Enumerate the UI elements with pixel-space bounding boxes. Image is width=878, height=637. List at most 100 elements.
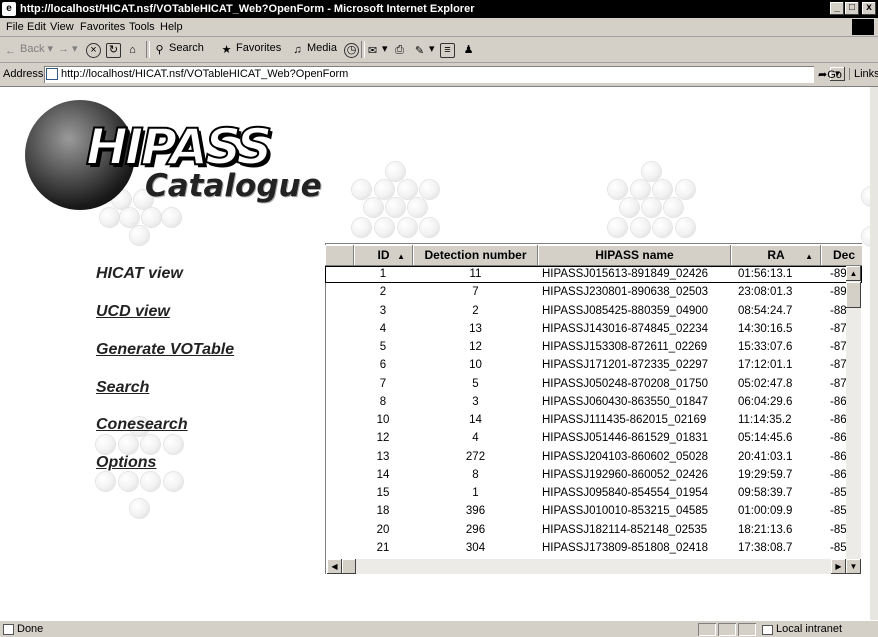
- nav-search[interactable]: Search: [96, 379, 149, 397]
- mail-button[interactable]: ✉ ▾: [366, 42, 388, 58]
- logo-subtitle: Catalogue: [145, 168, 322, 204]
- cell-id: 12: [376, 432, 390, 445]
- scroll-down-button[interactable]: ▼: [846, 559, 861, 574]
- cell-detection-number: 272: [465, 450, 486, 463]
- cell-ra: 14:30:16.5: [738, 322, 793, 335]
- menu-help[interactable]: Help: [160, 21, 183, 33]
- scroll-up-button[interactable]: ▲: [846, 266, 861, 281]
- refresh-button[interactable]: ↻: [106, 42, 124, 58]
- cell-detection-number: 2: [472, 304, 479, 317]
- cell-hipass-name: HIPASSJ085425-880359_04900: [542, 304, 709, 317]
- nav-hicat-view[interactable]: HICAT view: [96, 265, 183, 283]
- close-button[interactable]: x: [862, 2, 876, 15]
- column-header-detection-number[interactable]: Detection number: [413, 245, 538, 266]
- menu-file[interactable]: File: [6, 21, 24, 33]
- table-row[interactable]: 18 396 HIPASSJ010010-853215_04585 01:00:09.…: [325, 503, 862, 520]
- scroll-thumb[interactable]: [342, 559, 356, 574]
- edit-icon: ✎: [414, 45, 425, 57]
- horizontal-scrollbar[interactable]: ◀ ▶: [327, 559, 846, 574]
- table-row[interactable]: 4 13 HIPASSJ143016-874845_02234 14:30:16.5-…: [325, 321, 862, 338]
- cell-hipass-name: HIPASSJ171201-872335_02297: [542, 359, 709, 372]
- grid-header: ID ▲ Detection number HIPASS name RA ▲ Dec: [325, 245, 862, 266]
- cell-hipass-name: HIPASSJ182114-852148_02535: [542, 523, 708, 536]
- table-row[interactable]: 13 272 HIPASSJ204103-860602_05028 20:41:03.…: [325, 449, 862, 466]
- menu-favorites[interactable]: Favorites: [80, 21, 125, 33]
- history-button[interactable]: ◷: [344, 42, 362, 58]
- cell-ra: 05:02:47.8: [738, 377, 793, 390]
- print-button[interactable]: ⎙: [393, 42, 409, 57]
- scroll-left-button[interactable]: ◀: [327, 559, 342, 574]
- column-header-hipass-name[interactable]: HIPASS name: [538, 245, 731, 266]
- cell-detection-number: 10: [469, 359, 482, 372]
- cell-id: 10: [376, 414, 390, 426]
- nav-ucd-view[interactable]: UCD view: [96, 303, 170, 321]
- cell-ra: 08:54:24.7: [738, 304, 793, 317]
- menu-bar: File Edit View Favorites Tools Help: [0, 18, 878, 37]
- address-input[interactable]: http://localhost/HICAT.nsf/VOTableHICAT_…: [44, 66, 845, 83]
- table-row[interactable]: 21 304 HIPASSJ173809-851808_02418 17:38:08.…: [325, 540, 862, 557]
- table-row[interactable]: 5 12 HIPASSJ153308-872611_02269 15:33:07.6-…: [325, 339, 862, 356]
- forward-button[interactable]: → ▾: [58, 42, 78, 55]
- window-title: http://localhost/HICAT.nsf/VOTableHICAT_…: [20, 3, 475, 15]
- cell-ra: 17:12:01.1: [738, 359, 793, 372]
- refresh-icon: ↻: [106, 43, 121, 58]
- cell-id: 14: [376, 468, 390, 481]
- go-arrow-icon: ➦: [818, 69, 828, 81]
- table-row[interactable]: 12 4 HIPASSJ051446-861529_01831 05:14:45.6-…: [325, 430, 862, 447]
- vertical-scrollbar[interactable]: ▲ ▼: [846, 266, 861, 574]
- table-row[interactable]: 6 10 HIPASSJ171201-872335_02297 17:12:01.1-…: [325, 357, 862, 374]
- menu-view[interactable]: View: [50, 21, 74, 33]
- cell-id: 6: [379, 359, 387, 372]
- column-header-id[interactable]: ID ▲: [354, 245, 413, 266]
- cell-detection-number: 296: [465, 523, 486, 536]
- cell-id: 5: [379, 341, 387, 353]
- cell-ra: 23:08:01.3: [738, 286, 793, 299]
- table-row[interactable]: 3 2 HIPASSJ085425-880359_04900 08:54:24.7 -8…: [325, 303, 862, 320]
- back-button[interactable]: ← Back ▾: [4, 42, 53, 58]
- page-scrollbar[interactable]: [870, 87, 878, 620]
- stop-button[interactable]: ×: [86, 42, 104, 58]
- table-row[interactable]: 8 3 HIPASSJ060430-863550_01847 06:04:29.6 -8…: [325, 394, 862, 411]
- go-button[interactable]: ➦Go: [818, 68, 842, 81]
- mail-icon: ✉: [367, 45, 378, 57]
- toolbar: ← Back ▾ → ▾ × ↻ ⌂ ⚲ Search ★ Favorites ♫ Me…: [0, 37, 878, 63]
- table-row[interactable]: 7 5 HIPASSJ050248-870208_01750 05:02:47.8 -8…: [325, 376, 862, 393]
- table-row[interactable]: 15 1 HIPASSJ095840-854554_01954 09:58:39.7-…: [325, 485, 862, 502]
- nav-conesearch[interactable]: Conesearch: [96, 416, 188, 434]
- media-button[interactable]: ♫ Media: [291, 42, 337, 57]
- column-header-ra[interactable]: RA ▲: [731, 245, 821, 266]
- search-button[interactable]: ⚲ Search: [153, 42, 203, 57]
- table-row[interactable]: 10 14 HIPASSJ111435-862015_02169 11:14:35.2…: [325, 412, 862, 429]
- maximize-button[interactable]: □: [845, 2, 859, 15]
- table-row[interactable]: 2 7 HIPASSJ230801-890638_02503 23:08:01.3 -8…: [325, 284, 862, 301]
- address-label: Address: [3, 68, 44, 80]
- cell-detection-number: 396: [465, 505, 486, 518]
- table-row[interactable]: 14 8 HIPASSJ192960-860052_02426 19:29:59.7-…: [325, 467, 862, 484]
- messenger-button[interactable]: ♟: [462, 42, 478, 57]
- cell-detection-number: 13: [469, 322, 482, 335]
- table-row[interactable]: 20 296 HIPASSJ182114-852148_02535 18:21:13.…: [325, 522, 862, 539]
- page-done-icon: [3, 624, 14, 635]
- discuss-button[interactable]: ≡: [440, 42, 458, 58]
- grid-corner: [325, 245, 354, 266]
- votable-grid[interactable]: ID ▲ Detection number HIPASS name RA ▲ Dec…: [325, 243, 862, 574]
- cell-id: 3: [379, 304, 387, 317]
- edit-button[interactable]: ✎ ▾: [413, 42, 435, 58]
- scroll-thumb[interactable]: [846, 282, 861, 308]
- nav-generate-votable[interactable]: Generate VOTable: [96, 341, 234, 359]
- menu-edit[interactable]: Edit: [27, 21, 46, 33]
- column-header-dec[interactable]: Dec: [821, 245, 862, 266]
- scroll-right-button[interactable]: ▶: [831, 559, 846, 574]
- discuss-icon: ≡: [440, 43, 455, 58]
- nav-options[interactable]: Options: [96, 454, 156, 472]
- page-icon: [46, 68, 58, 80]
- links-button[interactable]: Links: [849, 68, 878, 80]
- table-row[interactable]: 1 11 HIPASSJ015613-891849_02426 01:56:13.1-…: [325, 266, 862, 284]
- cell-id: 1: [379, 268, 387, 280]
- grid-body: 1 11 HIPASSJ015613-891849_02426 01:56:13.1-…: [325, 266, 862, 558]
- home-button[interactable]: ⌂: [126, 42, 142, 57]
- menu-tools[interactable]: Tools: [129, 21, 155, 33]
- favorites-button[interactable]: ★ Favorites: [220, 42, 282, 57]
- cell-ra: 17:38:08.7: [738, 541, 793, 554]
- minimize-button[interactable]: _: [830, 2, 844, 15]
